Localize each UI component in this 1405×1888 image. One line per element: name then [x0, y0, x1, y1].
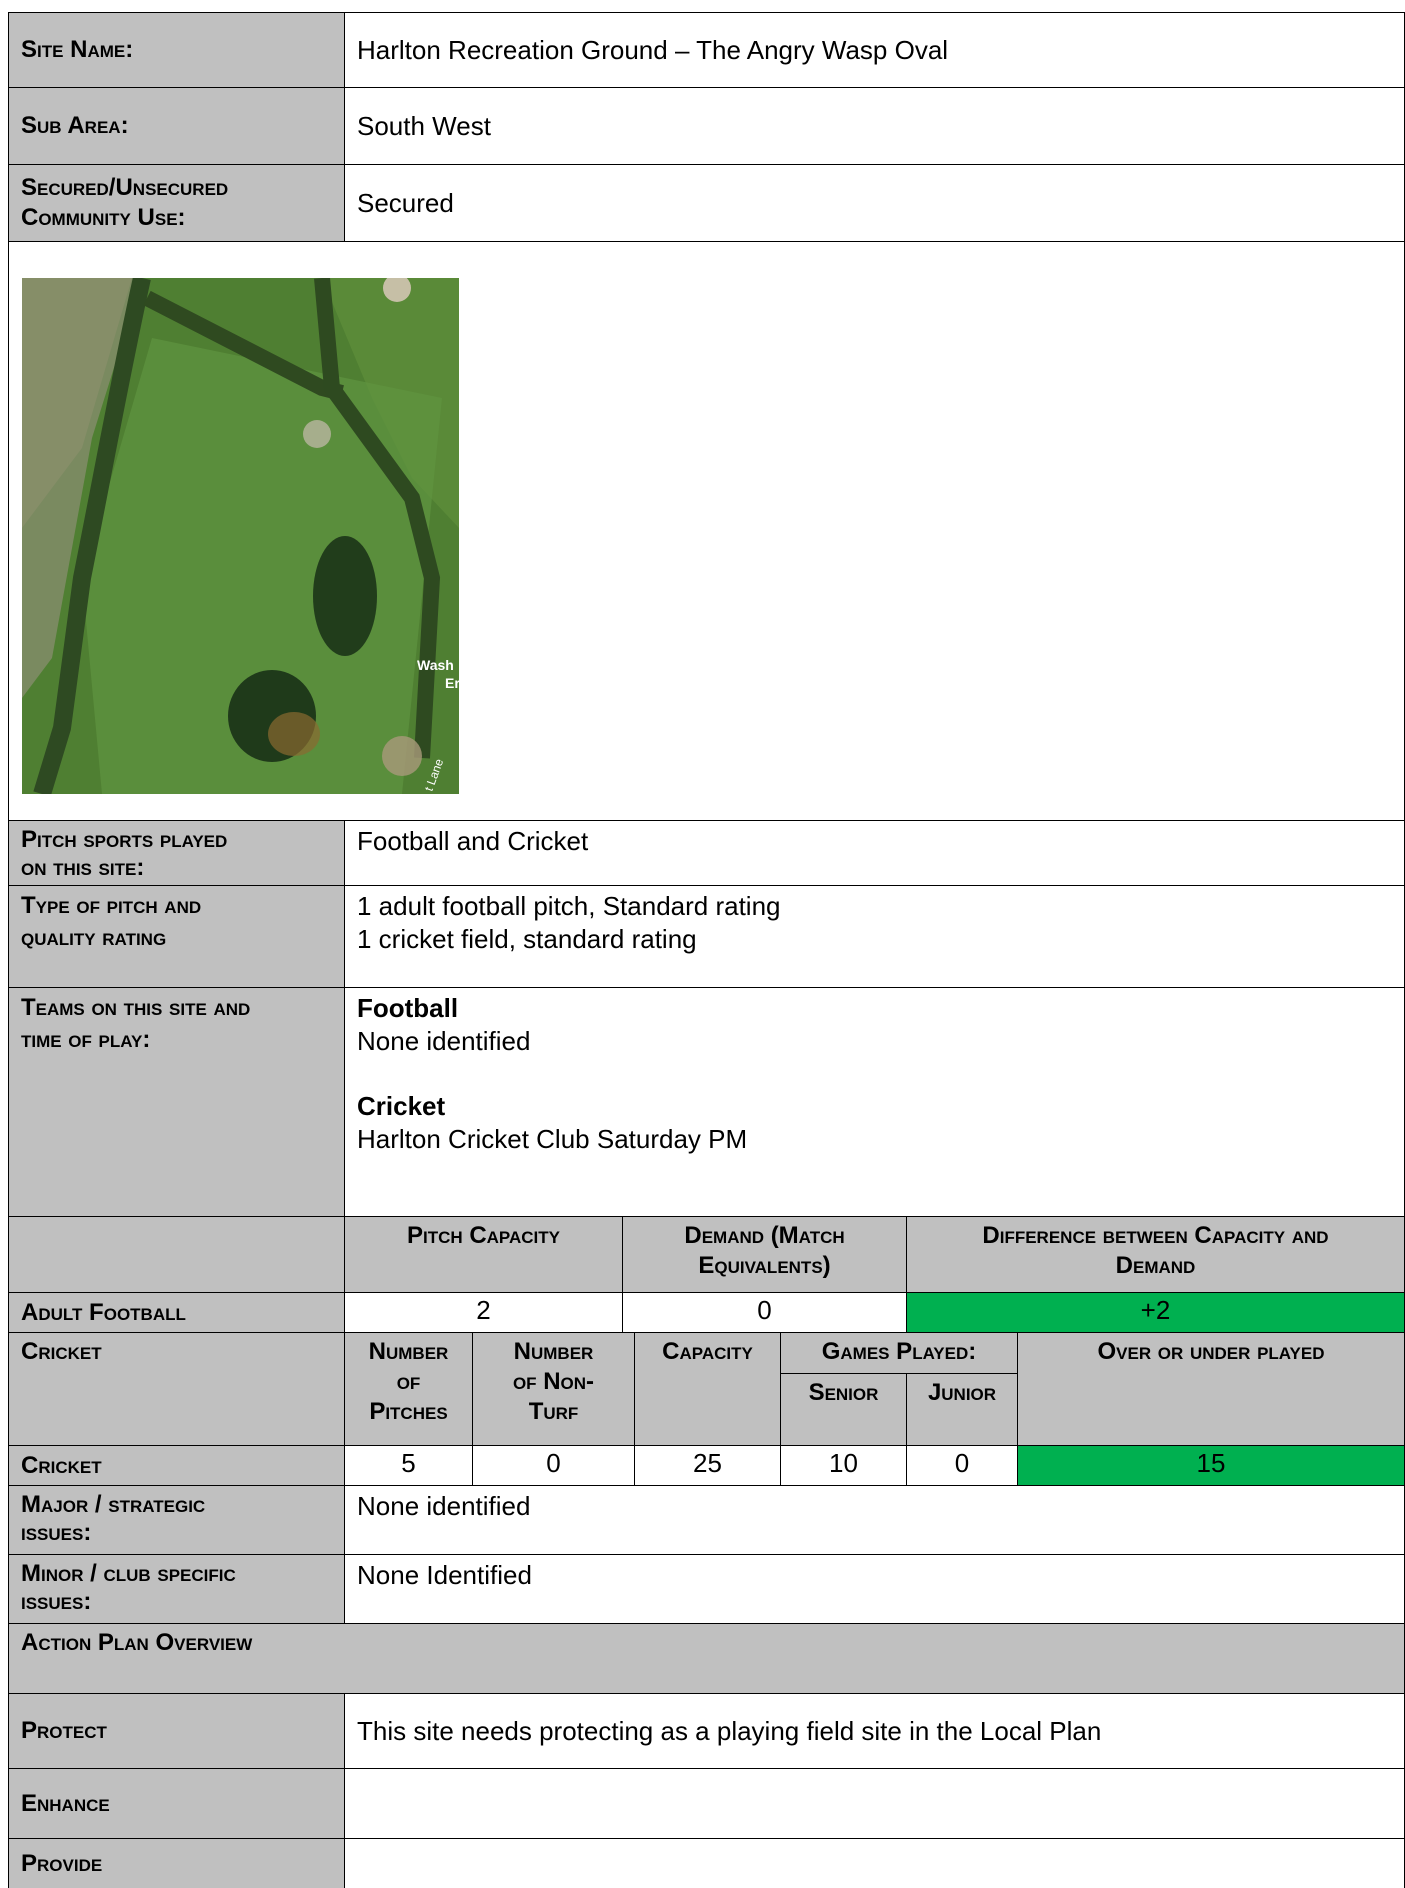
- football-demand-value: 0: [622, 1292, 907, 1333]
- aerial-photo: Wash Er t Lane: [22, 278, 459, 794]
- cricket-capacity-header: Capacity: [634, 1332, 781, 1446]
- protect-label: Protect: [8, 1693, 345, 1769]
- football-header-blank: [8, 1216, 345, 1293]
- teams-cricket-heading: Cricket: [357, 1091, 446, 1121]
- enhance-value: [344, 1768, 1405, 1839]
- pitch-type-value: 1 adult football pitch, Standard rating …: [344, 885, 1405, 988]
- football-capacity-value: 2: [344, 1292, 623, 1333]
- pitch-type-label: Type of pitch and quality rating: [8, 885, 345, 988]
- cricket-header-label: Cricket: [8, 1332, 345, 1446]
- teams-value: Football None identified Cricket Harlton…: [344, 987, 1405, 1217]
- teams-football-heading: Football: [357, 993, 459, 1023]
- minor-issues-value: None Identified: [344, 1554, 1405, 1624]
- svg-text:Er: Er: [445, 675, 459, 691]
- number-of-pitches-header: Number of Pitches: [344, 1332, 473, 1446]
- cricket-capacity-value: 25: [634, 1445, 781, 1486]
- provide-value: [344, 1838, 1405, 1888]
- difference-header: Difference between Capacity and Demand: [906, 1216, 1405, 1293]
- site-name-value: Harlton Recreation Ground – The Angry Wa…: [344, 12, 1405, 88]
- adult-football-label: Adult Football: [8, 1292, 345, 1333]
- sub-area-label: Sub Area:: [8, 87, 345, 165]
- action-plan-heading: Action Plan Overview: [8, 1623, 1405, 1694]
- football-difference-value: +2: [906, 1292, 1405, 1333]
- cricket-senior-value: 10: [780, 1445, 907, 1486]
- svg-text:Wash: Wash: [417, 657, 454, 673]
- protect-value: This site needs protecting as a playing …: [344, 1693, 1405, 1769]
- site-name-label: Site Name:: [8, 12, 345, 88]
- over-under-header: Over or under played: [1017, 1332, 1405, 1446]
- cricket-over-under-value: 15: [1017, 1445, 1405, 1486]
- secured-label: Secured/Unsecured Community Use:: [8, 164, 345, 242]
- pitch-capacity-header: Pitch Capacity: [344, 1216, 623, 1293]
- pitch-sports-value: Football and Cricket: [344, 820, 1405, 886]
- cricket-pitches-value: 5: [344, 1445, 473, 1486]
- site-assessment-form: Site Name: Harlton Recreation Ground – T…: [8, 12, 1405, 1888]
- cricket-data-label: Cricket: [8, 1445, 345, 1486]
- teams-label: Teams on this site and time of play:: [8, 987, 345, 1217]
- sub-area-value: South West: [344, 87, 1405, 165]
- cricket-junior-value: 0: [906, 1445, 1018, 1486]
- secured-value: Secured: [344, 164, 1405, 242]
- minor-issues-label: Minor / club specific issues:: [8, 1554, 345, 1624]
- pitch-sports-label: Pitch sports played on this site:: [8, 820, 345, 886]
- demand-header: Demand (Match Equivalents): [622, 1216, 907, 1293]
- major-issues-value: None identified: [344, 1485, 1405, 1555]
- cricket-nonturf-value: 0: [472, 1445, 635, 1486]
- provide-label: Provide: [8, 1838, 345, 1888]
- enhance-label: Enhance: [8, 1768, 345, 1839]
- senior-header: Senior: [780, 1373, 907, 1446]
- major-issues-label: Major / strategic issues:: [8, 1485, 345, 1555]
- junior-header: Junior: [906, 1373, 1018, 1446]
- number-of-non-turf-header: Number of Non- Turf: [472, 1332, 635, 1446]
- games-played-header: Games Played:: [780, 1332, 1018, 1374]
